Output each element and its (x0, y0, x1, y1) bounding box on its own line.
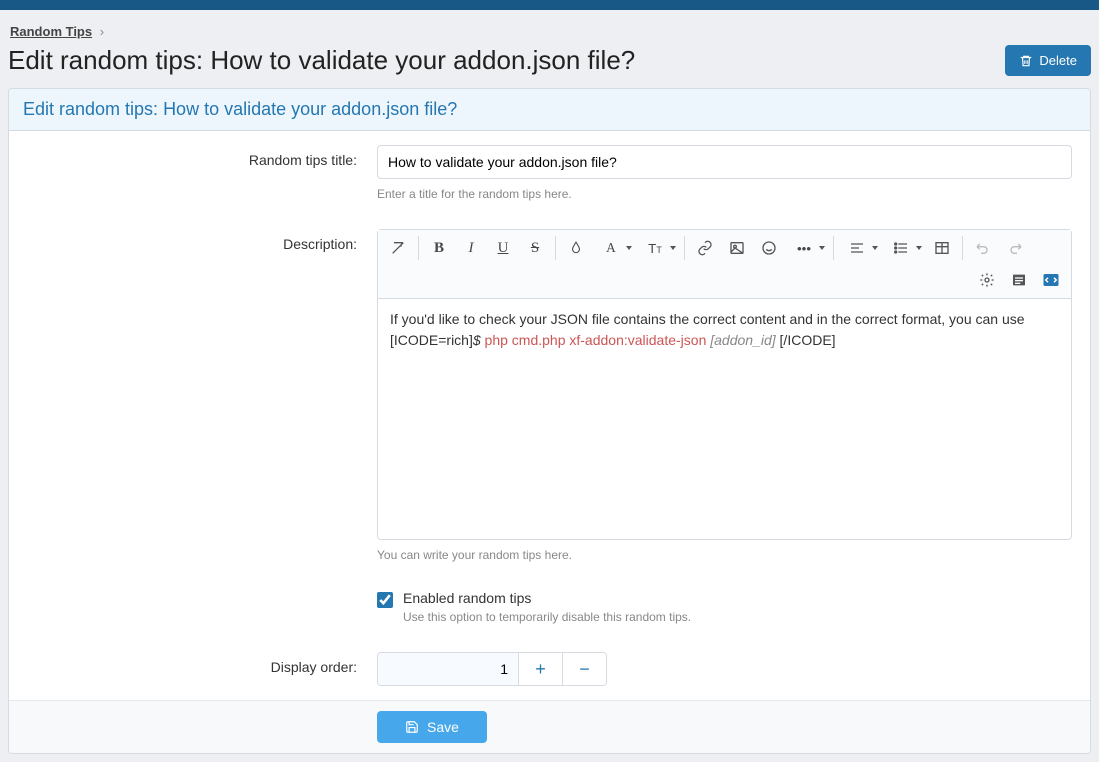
underline-icon[interactable]: U (487, 232, 519, 264)
toolbar-separator (833, 236, 834, 260)
toolbar-separator (684, 236, 685, 260)
breadcrumb: Random Tips › (10, 24, 1091, 39)
bold-icon[interactable]: B (423, 232, 455, 264)
remove-format-icon[interactable] (382, 232, 414, 264)
smile-icon[interactable] (753, 232, 785, 264)
delete-button[interactable]: Delete (1005, 45, 1091, 76)
image-icon[interactable] (721, 232, 753, 264)
title-help: Enter a title for the random tips here. (377, 187, 1072, 201)
description-help: You can write your random tips here. (377, 548, 1072, 562)
strike-icon[interactable]: S (519, 232, 551, 264)
text-color-icon[interactable] (560, 232, 592, 264)
title-input[interactable] (377, 145, 1072, 179)
editor-content[interactable]: If you'd like to check your JSON file co… (378, 299, 1071, 539)
italic-icon[interactable]: I (455, 232, 487, 264)
edit-panel: Edit random tips: How to validate your a… (8, 88, 1091, 754)
chevron-down-icon (872, 246, 878, 250)
table-icon[interactable] (926, 232, 958, 264)
increment-button[interactable]: + (518, 653, 562, 685)
chevron-down-icon (819, 246, 825, 250)
topbar (0, 0, 1099, 10)
display-order-label: Display order: (27, 652, 357, 686)
drafts-icon[interactable] (1003, 264, 1035, 296)
chevron-right-icon: › (100, 24, 104, 39)
description-label: Description: (27, 229, 357, 562)
display-order-stepper: + − (377, 652, 607, 686)
align-icon[interactable] (838, 232, 876, 264)
page-title: Edit random tips: How to validate your a… (8, 45, 635, 76)
more-icon[interactable]: ••• (785, 232, 823, 264)
toolbar-separator (555, 236, 556, 260)
enabled-help: Use this option to temporarily disable t… (403, 610, 691, 624)
font-size-icon[interactable]: TT (636, 232, 674, 264)
toggle-bbcode-icon[interactable] (1035, 264, 1067, 296)
undo-icon[interactable] (967, 232, 999, 264)
list-icon[interactable] (882, 232, 920, 264)
breadcrumb-root-link[interactable]: Random Tips (10, 24, 92, 39)
chevron-down-icon (670, 246, 676, 250)
enabled-row[interactable]: Enabled random tips Use this option to t… (377, 590, 1072, 624)
chevron-down-icon (626, 246, 632, 250)
display-order-input[interactable] (378, 653, 518, 685)
title-label: Random tips title: (27, 145, 357, 201)
enabled-checkbox[interactable] (377, 592, 393, 608)
rich-text-editor: B I U S A TT ••• (377, 229, 1072, 540)
decrement-button[interactable]: − (562, 653, 606, 685)
toolbar-separator (418, 236, 419, 260)
trash-icon (1019, 54, 1033, 68)
link-icon[interactable] (689, 232, 721, 264)
editor-arg-text: [addon_id] (710, 332, 775, 348)
editor-text: [/ICODE] (776, 332, 836, 348)
gear-icon[interactable] (971, 264, 1003, 296)
save-button-label: Save (427, 719, 459, 735)
editor-toolbar: B I U S A TT ••• (378, 230, 1071, 299)
save-button[interactable]: Save (377, 711, 487, 743)
editor-text: $ (473, 332, 481, 348)
redo-icon[interactable] (999, 232, 1031, 264)
panel-footer: Save (9, 700, 1090, 753)
toolbar-separator (962, 236, 963, 260)
delete-button-label: Delete (1039, 53, 1077, 68)
editor-code-text: php cmd.php xf-addon:validate-json (481, 332, 711, 348)
panel-title: Edit random tips: How to validate your a… (9, 89, 1090, 131)
font-family-icon[interactable]: A (592, 232, 630, 264)
save-icon (405, 720, 419, 734)
chevron-down-icon (916, 246, 922, 250)
enabled-label: Enabled random tips (403, 590, 531, 606)
